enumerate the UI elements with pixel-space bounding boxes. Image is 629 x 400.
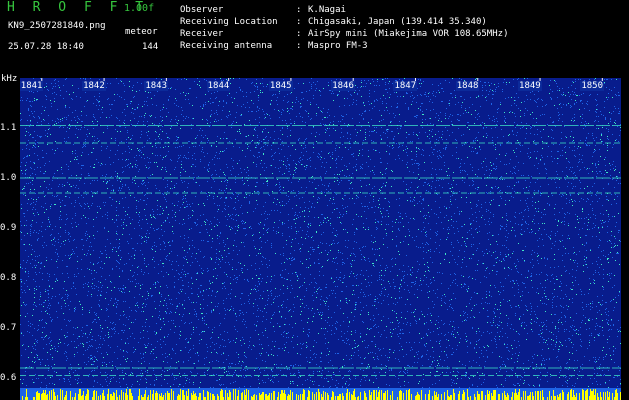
x-tick-label: 1841	[19, 81, 44, 91]
spectrogram-plot	[20, 78, 621, 388]
y-tick-label: 1.1	[0, 123, 17, 133]
info-value-antenna: Maspro FM-3	[308, 41, 368, 51]
info-value-location: Chigasaki, Japan (139.414 35.340)	[308, 17, 487, 27]
info-sep-antenna: :	[296, 41, 302, 51]
file-name: KN9_2507281840.png	[8, 21, 106, 31]
spectrogram-svg	[20, 78, 621, 388]
y-axis-unit: kHz	[1, 74, 18, 84]
x-tick-label: 1846	[331, 81, 355, 91]
info-key-location: Receiving Location	[180, 17, 278, 27]
count-value: 144	[142, 42, 159, 52]
app-version: 1.00f	[124, 3, 155, 14]
x-tick-label: 1847	[393, 81, 418, 91]
x-tick-label: 1844	[206, 81, 231, 91]
y-tick-label: 0.8	[0, 273, 17, 283]
y-tick-label: 0.9	[0, 223, 17, 233]
info-value-receiver: AirSpy mini (Miakejima VOR 108.65MHz)	[308, 29, 509, 39]
y-tick-label: 0.7	[0, 323, 17, 333]
x-tick-label: 1849	[518, 81, 542, 91]
info-sep-receiver: :	[296, 29, 302, 39]
y-tick-label: 0.6	[0, 373, 17, 383]
date-time: 25.07.28 18:40	[8, 42, 84, 52]
signal-strip	[20, 388, 621, 400]
x-tick-label: 1843	[144, 81, 169, 91]
x-tick-label: 1842	[82, 81, 106, 91]
noise-speckles	[20, 78, 621, 388]
y-tick-label: 1.0	[0, 173, 17, 183]
info-sep-observer: :	[296, 5, 302, 15]
x-tick-label: 1845	[268, 81, 293, 91]
x-tick-label: 1850	[580, 81, 604, 91]
header-panel: H R O F F T 1.00f KN9_2507281840.png met…	[0, 0, 629, 74]
mode-label: meteor	[125, 27, 158, 37]
info-key-observer: Observer	[180, 5, 224, 15]
info-value-observer: K.Nagai	[308, 5, 346, 15]
info-key-antenna: Receiving antenna	[180, 41, 273, 51]
info-key-receiver: Receiver	[180, 29, 224, 39]
x-tick-label: 1848	[455, 81, 480, 91]
noise-texture	[20, 78, 621, 388]
info-sep-location: :	[296, 17, 302, 27]
